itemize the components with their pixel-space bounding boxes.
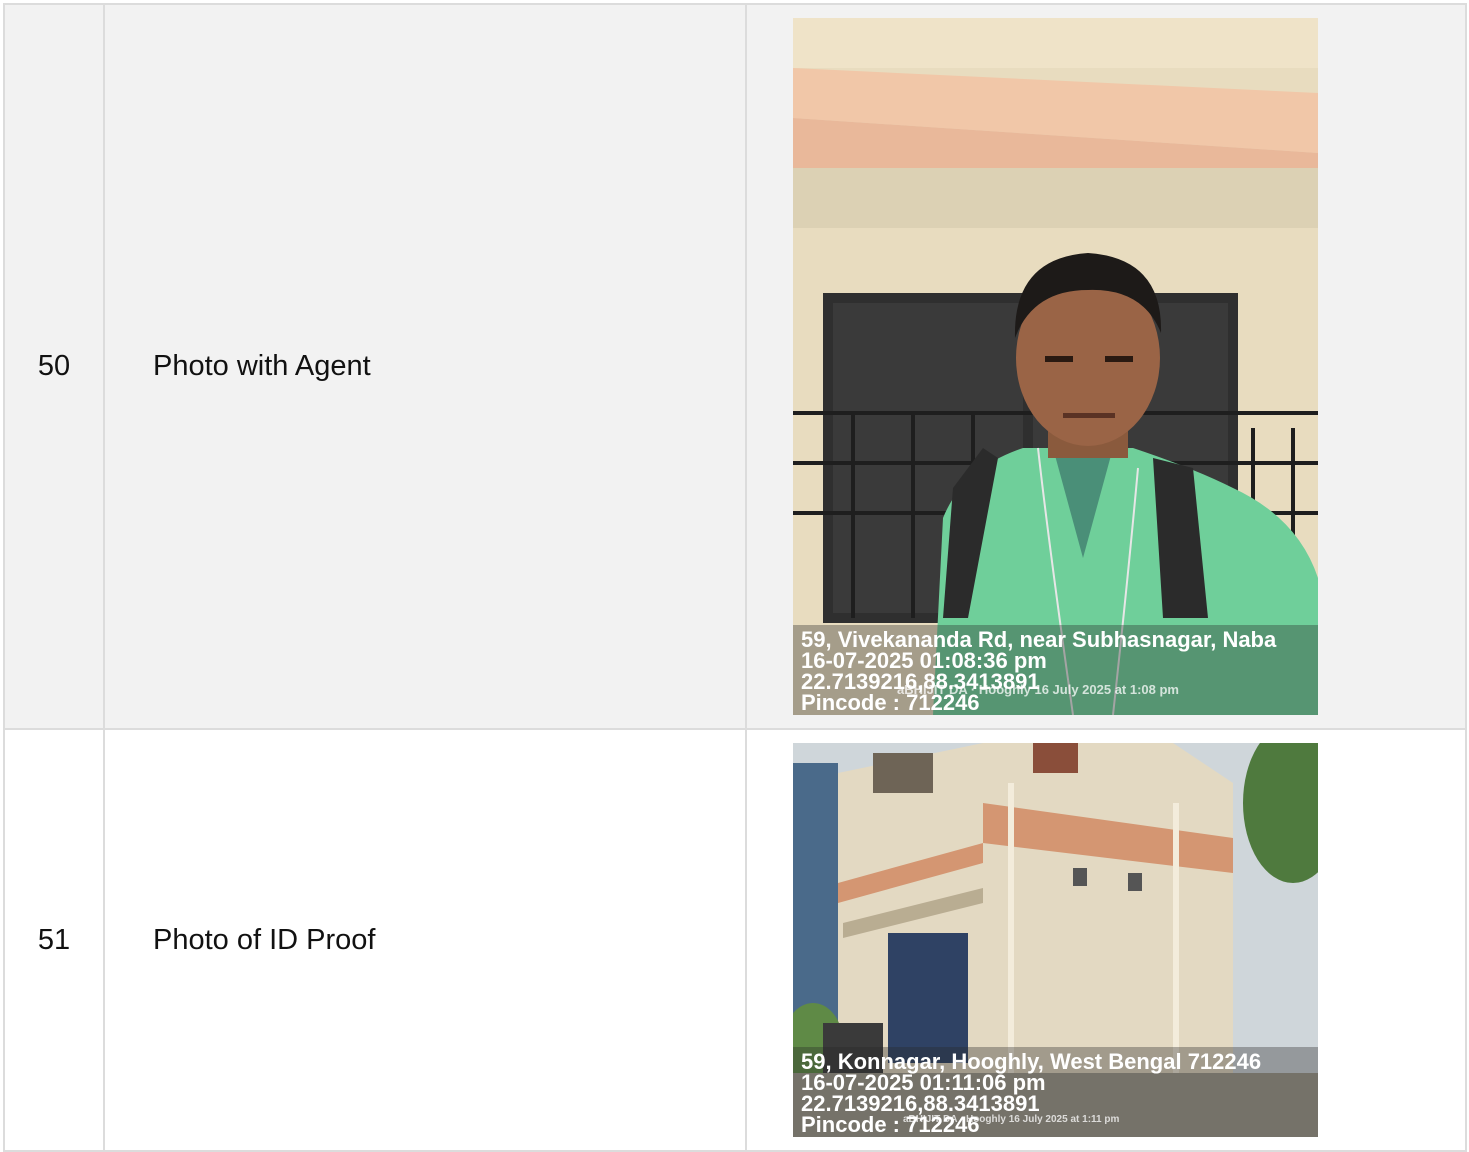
table-row: 51 Photo of ID Proof 59, Konnagar, Hoogh…: [3, 728, 1467, 1152]
photo-cell: 59, Vivekananda Rd, near Subhasnagar, Na…: [745, 3, 1467, 730]
id-proof-photo[interactable]: 59, Konnagar, Hooghly, West Bengal 71224…: [793, 743, 1318, 1137]
selfie-photo-icon: [793, 18, 1318, 715]
photo-report-table: 50 Photo with Agent 59, Vivekananda Rd, …: [3, 3, 1467, 1152]
row-label: Photo of ID Proof: [103, 728, 747, 1152]
stamp-address: 59, Vivekananda Rd, near Subhasnagar, Na…: [801, 627, 1277, 652]
stamp-datetime: 16-07-2025 01:08:36 pm: [801, 648, 1047, 673]
geo-stamp: 59, Konnagar, Hooghly, West Bengal 71224…: [793, 1047, 1318, 1137]
photo-watermark: aBHIJIT DA · Hooghly 16 July 2025 at 1:0…: [897, 682, 1179, 697]
photo-watermark: aBHIJIT DA · Hooghly 16 July 2025 at 1:1…: [903, 1114, 1120, 1125]
stamp-datetime: 16-07-2025 01:11:06 pm: [801, 1070, 1046, 1095]
stamp-address: 59, Konnagar, Hooghly, West Bengal 71224…: [801, 1049, 1262, 1074]
row-label: Photo with Agent: [103, 3, 747, 730]
serial-number: 51: [3, 728, 105, 1152]
agent-selfie-photo[interactable]: 59, Vivekananda Rd, near Subhasnagar, Na…: [793, 18, 1318, 715]
serial-number: 50: [3, 3, 105, 730]
geo-stamp: 59, Vivekananda Rd, near Subhasnagar, Na…: [793, 625, 1318, 715]
table-row: 50 Photo with Agent 59, Vivekananda Rd, …: [3, 3, 1467, 730]
photo-cell: 59, Konnagar, Hooghly, West Bengal 71224…: [745, 728, 1467, 1152]
stamp-coordinates: 22.7139216,88.3413891: [801, 1091, 1040, 1116]
